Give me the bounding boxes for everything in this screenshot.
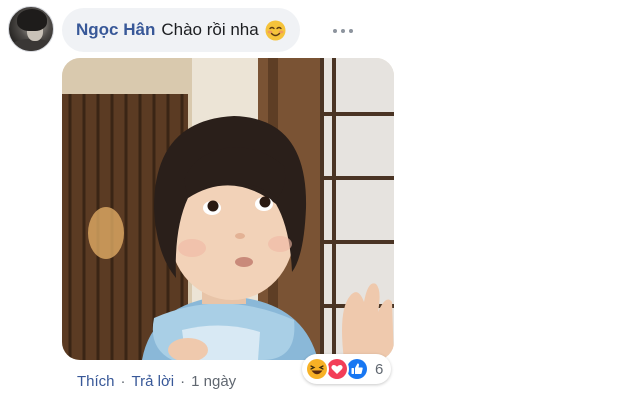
comment: Ngọc Hân Chào rồi nha Thích · Trả lời · … (0, 0, 620, 400)
comment-actions: Thích · Trả lời · 1 ngày (77, 370, 236, 392)
avatar[interactable] (8, 6, 54, 52)
separator: · (180, 372, 186, 390)
more-dot (349, 29, 353, 33)
comment-bubble: Ngọc Hân Chào rồi nha (62, 8, 300, 52)
author-name[interactable]: Ngọc Hân (76, 20, 155, 40)
reactions-summary[interactable]: 6 (302, 354, 392, 384)
more-options-icon[interactable] (333, 24, 353, 38)
haha-reaction-icon (305, 357, 329, 381)
timestamp[interactable]: 1 ngày (191, 373, 236, 390)
avatar-shoulder (11, 39, 53, 51)
reply-link[interactable]: Trả lời (132, 373, 175, 390)
photo-illustration (62, 58, 394, 360)
more-dot (341, 29, 345, 33)
avatar-hair (17, 9, 47, 31)
comment-text: Chào rồi nha (161, 20, 259, 39)
comment-photo[interactable] (62, 58, 394, 360)
more-dot (333, 29, 337, 33)
reaction-count: 6 (375, 360, 384, 378)
like-link[interactable]: Thích (77, 373, 115, 390)
smiling-blush-emoji-icon (265, 20, 286, 41)
separator: · (120, 372, 126, 390)
